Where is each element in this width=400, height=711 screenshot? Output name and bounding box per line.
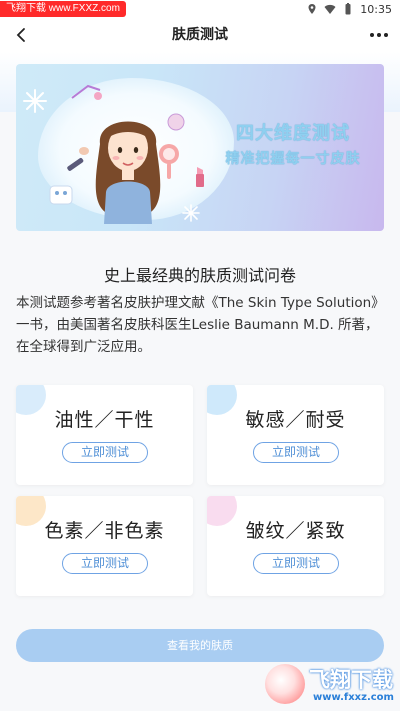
test-card-sensitive-resistant[interactable]: 敏感／耐受 立即测试 [207, 385, 384, 485]
view-my-skin-button[interactable]: 查看我的肤质 [16, 629, 384, 662]
more-dot-icon [370, 33, 374, 37]
hand-mirror-icon [159, 144, 179, 179]
test-card-oily-dry[interactable]: 油性／干性 立即测试 [16, 385, 193, 485]
face-mask-icon [49, 185, 73, 205]
watermark-logo-icon [265, 664, 305, 704]
card-title: 色素／非色素 [44, 520, 165, 542]
start-test-button[interactable]: 立即测试 [62, 553, 148, 574]
compact-icon [167, 113, 185, 131]
wifi-icon [324, 4, 336, 15]
more-button[interactable] [366, 24, 392, 46]
card-title: 油性／干性 [54, 409, 155, 431]
watermark-badge: 飞翔下载 www.FXXZ.com [0, 1, 126, 17]
card-title: 皱纹／紧致 [245, 520, 346, 542]
hero-banner: 四大维度测试 精准把握每一寸皮肤 [16, 64, 384, 231]
watermark-brand: 飞翔下载 [309, 668, 393, 692]
start-test-button[interactable]: 立即测试 [253, 553, 339, 574]
back-button[interactable] [8, 22, 34, 48]
banner-headline: 四大维度测试 [236, 123, 350, 144]
app-header: 肤质测试 [0, 18, 400, 52]
test-card-wrinkled-tight[interactable]: 皱纹／紧致 立即测试 [207, 496, 384, 596]
location-icon [308, 4, 316, 14]
intro-description: 本测试题参考著名皮肤护理文献《The Skin Type Solution》一书… [16, 295, 379, 355]
more-dot-icon [377, 33, 381, 37]
lipstick-icon [196, 167, 204, 187]
banner-subheadline: 精准把握每一寸皮肤 [225, 151, 361, 167]
battery-icon [345, 3, 351, 15]
intro-title: 史上最经典的肤质测试问卷 [103, 266, 296, 285]
snowflake-icon [23, 89, 47, 113]
clock-time: 10:35 [360, 2, 392, 16]
start-test-button[interactable]: 立即测试 [253, 442, 339, 463]
makeup-brush-icon [67, 147, 89, 171]
watermark-url: www.fxxz.com [313, 692, 394, 703]
more-dot-icon [384, 33, 388, 37]
card-title: 敏感／耐受 [245, 409, 346, 431]
status-bar: 飞翔下载 www.FXXZ.com 10:35 [0, 0, 400, 18]
page-title: 肤质测试 [172, 27, 228, 43]
eyelash-curler-icon [71, 84, 102, 100]
test-card-pigmented[interactable]: 色素／非色素 立即测试 [16, 496, 193, 596]
status-icons: 10:35 [306, 2, 392, 16]
snowflake-icon [182, 204, 200, 222]
chevron-left-icon [16, 28, 25, 42]
watermark-logo: 飞翔下载 www.fxxz.com [265, 664, 395, 708]
start-test-button[interactable]: 立即测试 [62, 442, 148, 463]
